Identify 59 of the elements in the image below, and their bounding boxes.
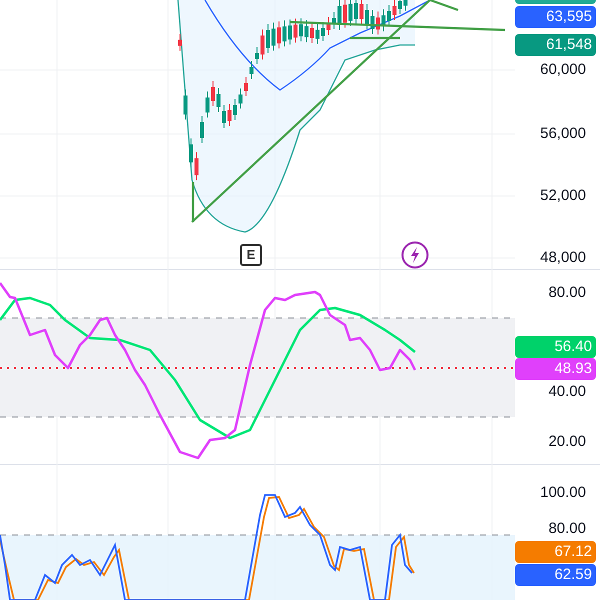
candlestick <box>288 19 292 45</box>
candlestick <box>294 18 298 44</box>
candlestick <box>321 22 325 42</box>
axis-label: 60,000 <box>540 60 586 80</box>
candlestick <box>282 20 286 47</box>
candlestick <box>238 88 242 109</box>
candlestick <box>382 8 386 32</box>
candlestick <box>184 89 188 120</box>
candlestick <box>255 46 259 64</box>
candlestick <box>299 18 303 42</box>
candlestick <box>244 76 248 96</box>
candlestick <box>398 0 402 14</box>
price-badge: 62.59 <box>515 564 596 586</box>
candlestick <box>216 88 220 112</box>
candlestick <box>250 60 254 80</box>
axis-label: 56,000 <box>540 124 586 144</box>
price-badge: 67.12 <box>515 541 596 563</box>
candlestick <box>211 80 215 106</box>
candlestick <box>228 104 232 126</box>
candlestick <box>404 0 408 12</box>
axis-label: 48,000 <box>540 248 586 268</box>
candlestick <box>338 0 342 30</box>
price-badge: 56.40 <box>515 336 596 358</box>
candlestick <box>189 138 193 168</box>
candlestick <box>194 152 198 181</box>
candlestick <box>316 23 320 44</box>
price-badge: 61,548 <box>515 34 596 56</box>
candlestick <box>376 11 380 35</box>
axis-label: 20.00 <box>548 432 586 452</box>
candlestick <box>332 12 336 30</box>
candlestick <box>178 33 182 52</box>
candlestick <box>260 29 264 60</box>
candlestick <box>222 104 226 128</box>
candlestick <box>370 10 374 34</box>
earnings-marker[interactable]: E <box>240 244 262 266</box>
price-badge: 48.93 <box>515 358 596 380</box>
candlestick <box>365 4 369 30</box>
price-badge: 63,595 <box>515 6 596 28</box>
candlestick <box>277 20 281 49</box>
candlestick <box>304 20 308 43</box>
lightning-icon[interactable] <box>401 241 429 269</box>
candlestick <box>354 0 358 24</box>
candlestick <box>310 22 314 44</box>
axis-label: 100.00 <box>540 483 586 503</box>
candlestick <box>326 16 330 36</box>
axis-label: 80.00 <box>548 283 586 303</box>
candlestick <box>343 0 347 28</box>
candlestick <box>348 0 352 26</box>
axis-label: 80.00 <box>548 519 586 539</box>
candlestick <box>392 0 396 20</box>
candlestick <box>272 22 276 52</box>
candlestick <box>360 0 364 24</box>
axis-label: 40.00 <box>548 382 586 402</box>
candlestick <box>266 24 270 54</box>
candlestick <box>387 4 391 26</box>
candlestick <box>200 116 204 144</box>
candlestick <box>206 91 210 118</box>
candlestick <box>233 98 237 120</box>
axis-label: 52,000 <box>540 186 586 206</box>
